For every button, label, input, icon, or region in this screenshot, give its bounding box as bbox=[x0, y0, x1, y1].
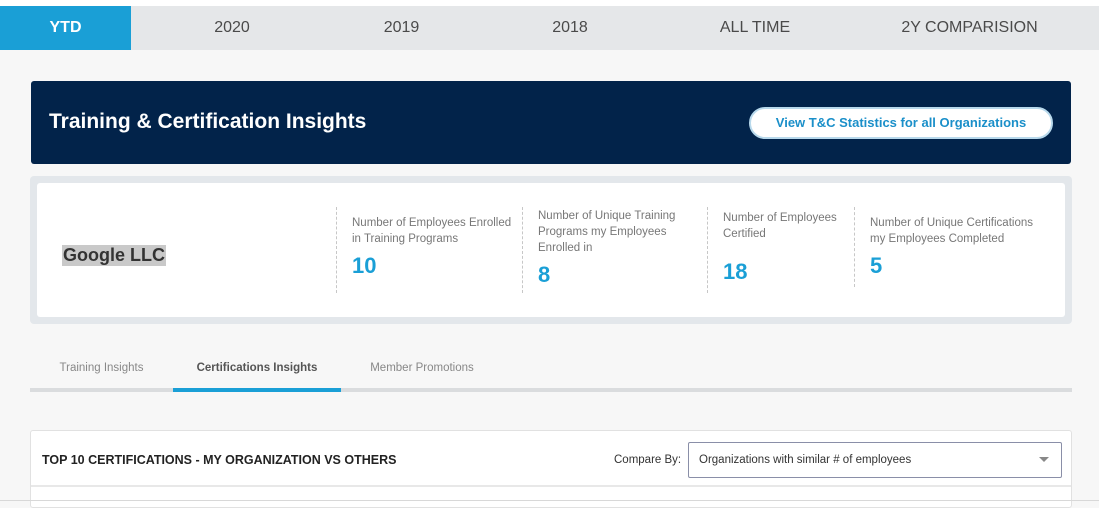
organization-name: Google LLC bbox=[62, 245, 166, 266]
stat-label: Number of Employees Certified bbox=[723, 212, 837, 240]
view-statistics-button[interactable]: View T&C Statistics for all Organization… bbox=[749, 107, 1053, 139]
tab-member-promotions[interactable]: Member Promotions bbox=[341, 346, 503, 392]
stat-employees-certified: Number of Employees Certified 18 bbox=[707, 207, 854, 293]
insight-tabs: Training Insights Certifications Insight… bbox=[30, 346, 1072, 392]
tab-2y-comparison[interactable]: 2Y COMPARISION bbox=[840, 6, 1099, 50]
stat-value: 8 bbox=[538, 262, 551, 287]
compare-by-value: Organizations with similar # of employee… bbox=[699, 454, 912, 466]
tab-all-time[interactable]: ALL TIME bbox=[670, 6, 840, 50]
divider bbox=[31, 485, 1071, 487]
period-tabs: YTD 2020 2019 2018 ALL TIME 2Y COMPARISI… bbox=[0, 6, 1099, 50]
tab-training-insights[interactable]: Training Insights bbox=[30, 346, 173, 392]
stat-label: Number of Employees Enrolled in Training… bbox=[352, 217, 512, 245]
panel-title: TOP 10 CERTIFICATIONS - MY ORGANIZATION … bbox=[42, 453, 397, 467]
page-title: Training & Certification Insights bbox=[49, 110, 367, 133]
tab-certifications-insights[interactable]: Certifications Insights bbox=[173, 346, 341, 392]
tab-ytd[interactable]: YTD bbox=[0, 6, 131, 50]
compare-by-label: Compare By: bbox=[614, 454, 682, 466]
stat-label: Number of Unique Certifications my Emplo… bbox=[870, 217, 1033, 245]
stat-value: 10 bbox=[352, 253, 377, 278]
stat-label: Number of Unique Training Programs my Em… bbox=[538, 210, 676, 254]
tab-2018[interactable]: 2018 bbox=[470, 6, 670, 50]
stat-employees-enrolled: Number of Employees Enrolled in Training… bbox=[336, 207, 522, 293]
stats-panel: Google LLC Number of Employees Enrolled … bbox=[30, 176, 1072, 324]
stat-value: 18 bbox=[723, 259, 748, 284]
stat-unique-certifications: Number of Unique Certifications my Emplo… bbox=[854, 207, 1044, 287]
tab-2020[interactable]: 2020 bbox=[131, 6, 333, 50]
stat-unique-programs: Number of Unique Training Programs my Em… bbox=[522, 207, 707, 293]
top-certifications-panel: TOP 10 CERTIFICATIONS - MY ORGANIZATION … bbox=[30, 430, 1072, 508]
divider bbox=[0, 500, 1099, 501]
chevron-down-icon bbox=[1039, 457, 1049, 462]
insights-banner: Training & Certification Insights View T… bbox=[31, 81, 1071, 164]
stat-value: 5 bbox=[870, 253, 883, 278]
tab-2019[interactable]: 2019 bbox=[333, 6, 470, 50]
compare-by-select[interactable]: Organizations with similar # of employee… bbox=[688, 442, 1062, 478]
stats-card: Google LLC Number of Employees Enrolled … bbox=[37, 183, 1065, 317]
